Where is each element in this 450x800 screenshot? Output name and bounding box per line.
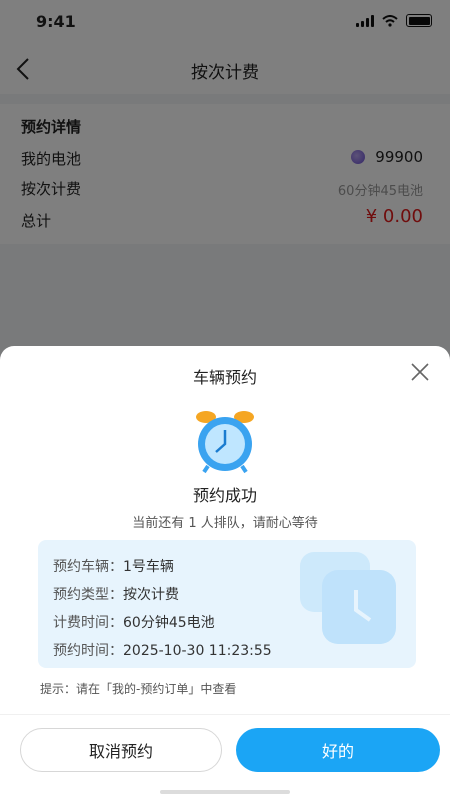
info-value: 60分钟45电池 bbox=[123, 615, 215, 631]
info-row-type: 预约类型：按次计费 bbox=[53, 584, 179, 604]
reservation-info-card: 预约车辆：1号车辆 预约类型：按次计费 计费时间：60分钟45电池 预约时间：2… bbox=[38, 540, 416, 668]
close-icon[interactable] bbox=[408, 360, 432, 384]
hint-text: 提示：请在「我的-预约订单」中查看 bbox=[40, 682, 237, 696]
clock-watermark-icon bbox=[300, 552, 396, 644]
success-title: 预约成功 bbox=[192, 486, 257, 505]
divider bbox=[0, 714, 450, 715]
info-value: 1号车辆 bbox=[123, 559, 174, 575]
queue-status-text: 当前还有 1 人排队，请耐心等待 bbox=[132, 516, 318, 531]
info-row-billing-time: 计费时间：60分钟45电池 bbox=[53, 612, 215, 632]
home-indicator bbox=[160, 790, 290, 794]
info-key: 预约车辆： bbox=[53, 559, 123, 575]
info-key: 预约类型： bbox=[53, 587, 123, 603]
sheet-title: 车辆预约 bbox=[192, 368, 257, 387]
reservation-sheet: 车辆预约 预约成功 当前还有 1 人排队，请耐心等待 预约车辆：1号车辆 预约类… bbox=[0, 346, 450, 800]
info-value: 2025-10-30 11:23:55 bbox=[123, 643, 272, 659]
ok-button[interactable]: 好的 bbox=[236, 728, 440, 772]
cancel-reservation-button[interactable]: 取消预约 bbox=[20, 728, 222, 772]
info-key: 计费时间： bbox=[53, 615, 123, 631]
alarm-clock-icon bbox=[196, 411, 254, 474]
info-key: 预约时间： bbox=[53, 643, 123, 659]
info-value: 按次计费 bbox=[123, 587, 179, 603]
info-row-vehicle: 预约车辆：1号车辆 bbox=[53, 556, 174, 576]
info-row-reserve-time: 预约时间：2025-10-30 11:23:55 bbox=[53, 640, 272, 660]
